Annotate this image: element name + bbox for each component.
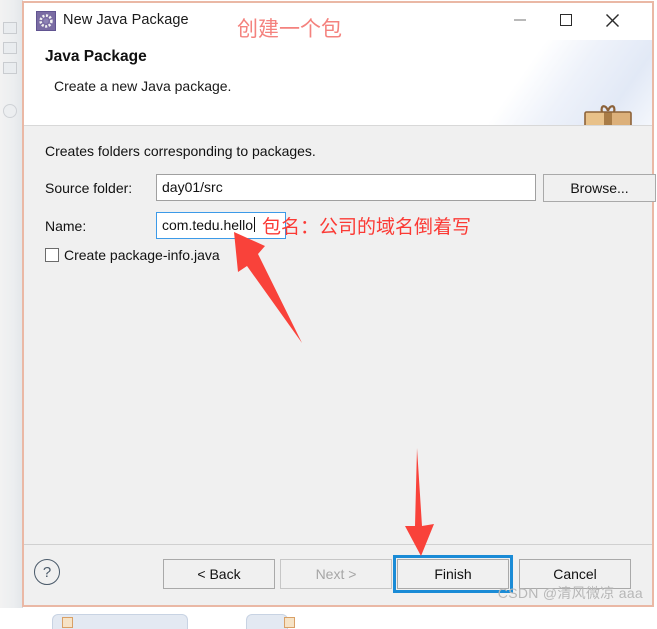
- source-folder-input[interactable]: day01/src: [156, 174, 536, 201]
- back-button[interactable]: < Back: [163, 559, 275, 589]
- name-input-value: com.tedu.hello: [162, 217, 254, 233]
- text-caret: [254, 217, 256, 232]
- close-button[interactable]: [589, 3, 635, 37]
- background-taskbar-glyph: [284, 617, 295, 628]
- annotation-create-package: 创建一个包: [237, 17, 342, 41]
- watermark: CSDN @清风微凉 aaa: [497, 585, 643, 601]
- minimize-icon: [514, 19, 526, 21]
- background-left-strip: [0, 0, 23, 608]
- java-package-icon: [36, 11, 56, 31]
- page-description: Create a new Java package.: [54, 78, 232, 94]
- next-button: Next >: [280, 559, 392, 589]
- dialog-footer: ? < Back Next > Finish Cancel CSDN @清风微凉…: [24, 544, 652, 605]
- maximize-icon: [560, 14, 572, 26]
- page-title: Java Package: [45, 48, 147, 65]
- create-package-info-checkbox[interactable]: Create package-info.java: [45, 247, 220, 263]
- gift-box-icon: [584, 105, 632, 125]
- background-tab-mark: [3, 42, 17, 54]
- close-icon: [605, 13, 619, 27]
- checkbox-label: Create package-info.java: [64, 247, 220, 263]
- source-folder-label: Source folder:: [45, 180, 133, 196]
- minimize-button[interactable]: [497, 3, 543, 37]
- dialog-title: New Java Package: [63, 12, 189, 28]
- dialog-header: Java Package Create a new Java package.: [24, 40, 652, 126]
- new-java-package-dialog: New Java Package Java Package Create a n…: [22, 1, 656, 607]
- browse-button[interactable]: Browse...: [543, 174, 656, 202]
- help-icon[interactable]: ?: [34, 559, 60, 585]
- background-round-button: [3, 104, 17, 118]
- maximize-button[interactable]: [543, 3, 589, 37]
- background-taskbar-item: [246, 614, 288, 629]
- background-tab-mark: [3, 22, 17, 34]
- dialog-body: Creates folders corresponding to package…: [24, 126, 656, 486]
- background-taskbar-glyph: [62, 617, 73, 628]
- background-tab-mark: [3, 62, 17, 74]
- finish-button[interactable]: Finish: [397, 559, 509, 589]
- checkbox-box[interactable]: [45, 248, 59, 262]
- annotation-package-name: 包名：公司的域名倒着写: [262, 216, 472, 238]
- name-label: Name:: [45, 218, 87, 234]
- form-intro-text: Creates folders corresponding to package…: [45, 143, 316, 159]
